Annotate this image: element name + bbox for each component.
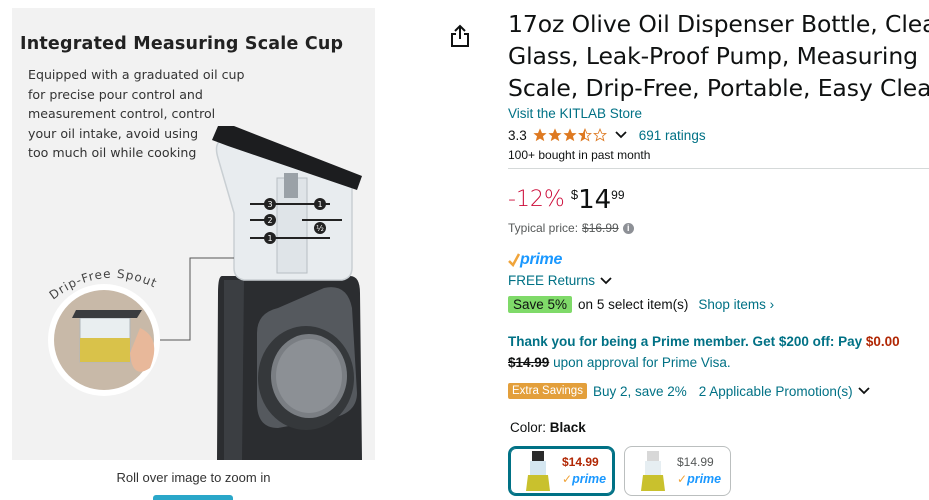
ratings-count-link[interactable]: 691 ratings	[639, 128, 706, 143]
selected-color: Black	[549, 420, 586, 435]
discount-percent: -12%	[508, 187, 565, 212]
swatch-prime: ✓prime	[562, 472, 607, 486]
store-link[interactable]: Visit the KITLAB Store	[508, 106, 642, 121]
price-whole: 14	[578, 185, 612, 215]
thumbnail-indicator[interactable]	[153, 495, 233, 500]
share-button[interactable]	[449, 24, 471, 48]
chevron-down-icon	[600, 276, 612, 284]
image-description: Equipped with a graduated oil cup for pr…	[28, 67, 245, 161]
price-fraction: 99	[611, 188, 625, 202]
star-full-icon	[548, 128, 562, 142]
typical-price: Typical price: $16.99 i	[508, 221, 634, 235]
color-swatch-selected[interactable]: $14.99 ✓prime	[508, 446, 615, 496]
price-currency: $	[570, 187, 579, 202]
star-half-icon	[577, 128, 592, 142]
svg-text:3: 3	[267, 200, 272, 209]
coupon-row: Save 5% on 5 select item(s) Shop items ›	[508, 296, 774, 313]
swatch-price: $14.99	[562, 455, 599, 469]
chevron-down-icon	[857, 387, 870, 395]
shop-items-link[interactable]: Shop items ›	[698, 297, 774, 312]
free-returns-link[interactable]: FREE Returns	[508, 273, 613, 288]
swatch-price: $14.99	[677, 455, 714, 469]
image-heading: Integrated Measuring Scale Cup	[20, 34, 344, 54]
bought-count: 100+ bought in past month	[508, 148, 651, 162]
swatch-prime: ✓prime	[677, 472, 722, 486]
rating-value: 3.3	[508, 127, 527, 143]
promotion-row: Extra Savings Buy 2, save 2% 2 Applicabl…	[508, 383, 871, 399]
prime-check-icon	[508, 253, 520, 267]
star-full-icon	[533, 128, 547, 142]
prime-visa-offer[interactable]: Thank you for being a Prime member. Get …	[508, 331, 926, 373]
svg-text:1: 1	[317, 200, 322, 209]
star-rating[interactable]	[533, 128, 607, 142]
info-icon[interactable]: i	[622, 222, 634, 234]
svg-text:½: ½	[316, 224, 324, 233]
share-icon	[451, 24, 469, 47]
zoom-hint: Roll over image to zoom in	[116, 470, 271, 485]
price-block: -12% $ 14 99	[508, 185, 625, 215]
star-full-icon	[563, 128, 577, 142]
color-swatch-option[interactable]: $14.99 ✓prime	[624, 446, 731, 496]
prime-badge: prime	[508, 250, 562, 270]
extra-savings-badge: Extra Savings	[508, 383, 587, 399]
rating-row: 3.3 691 ratings	[508, 126, 706, 144]
save-text: on 5 select item(s)	[578, 297, 689, 312]
typical-price-label: Typical price:	[508, 221, 579, 235]
product-title: 17oz Olive Oil Dispenser Bottle, Clear G…	[508, 10, 929, 102]
svg-text:Drip-Free Spout: Drip-Free Spout	[47, 267, 160, 303]
product-image-main[interactable]: 3 2 1 1 ½ Integrated Measuring Scale Cup Eq…	[12, 8, 375, 460]
chevron-down-icon[interactable]	[615, 130, 627, 140]
svg-text:2: 2	[267, 216, 272, 225]
star-empty-icon	[592, 128, 607, 142]
bottle-thumbnail-icon	[641, 451, 665, 491]
typical-price-value: $16.99	[582, 221, 619, 235]
promo-text: Buy 2, save 2%	[592, 383, 687, 399]
color-selector-label: Color: Black	[510, 420, 586, 435]
drip-free-spout-label: Drip-Free Spout	[47, 267, 160, 303]
bottle-thumbnail-icon	[526, 451, 550, 491]
save-badge: Save 5%	[508, 296, 573, 313]
section-divider	[508, 168, 929, 169]
svg-text:1: 1	[267, 234, 272, 243]
promotions-link[interactable]: 2 Applicable Promotion(s)	[699, 384, 871, 399]
